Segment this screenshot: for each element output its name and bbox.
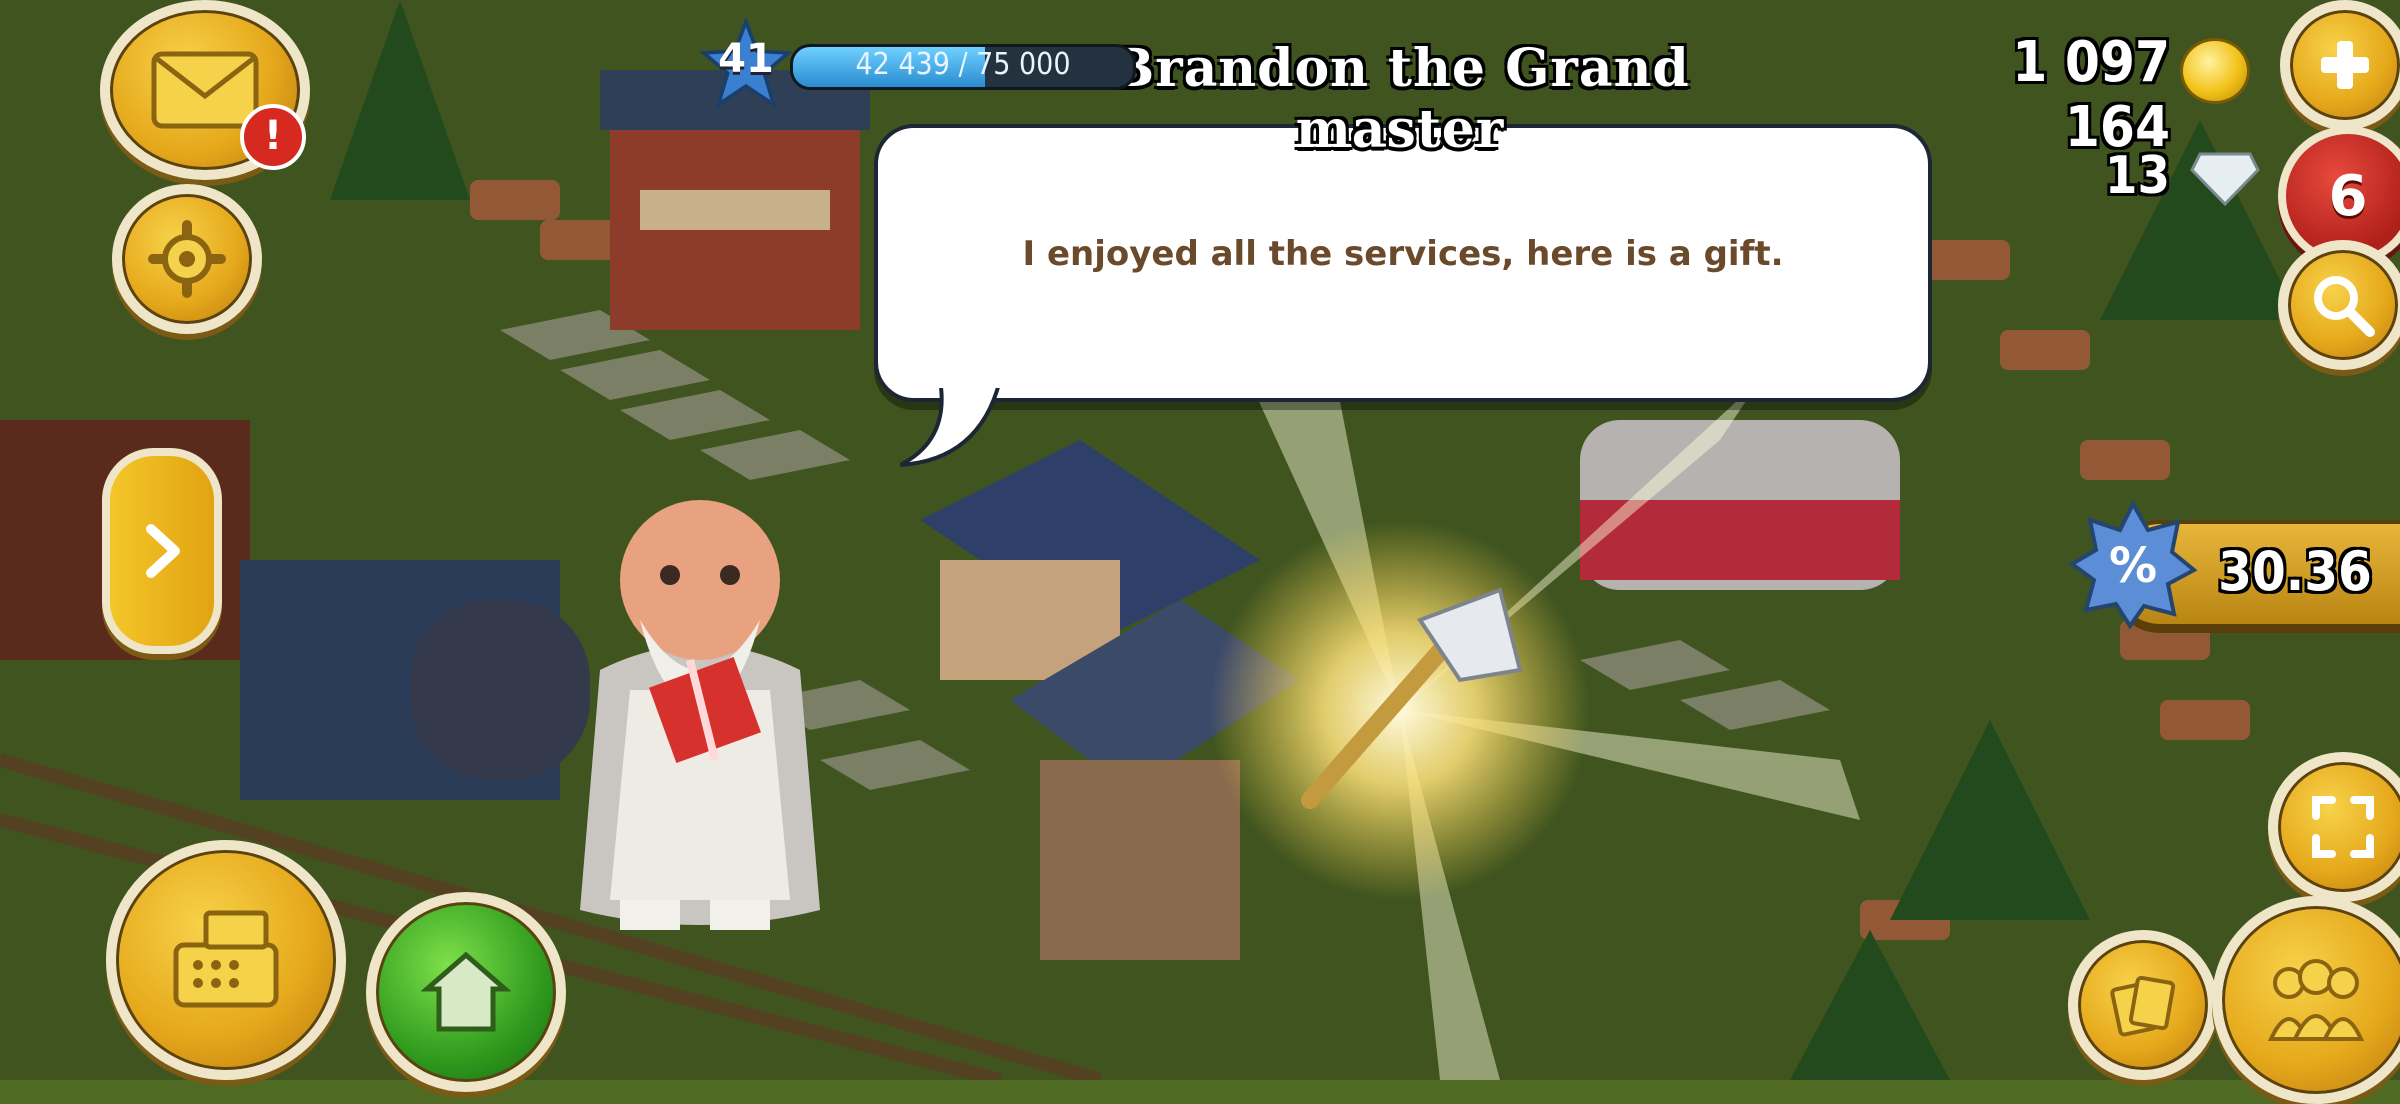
grandmaster-character bbox=[580, 500, 820, 930]
cards-icon bbox=[2110, 975, 2176, 1037]
plus-icon bbox=[2321, 41, 2369, 89]
mail-icon bbox=[151, 51, 259, 129]
shop-button[interactable] bbox=[106, 840, 346, 1080]
coin-count: 1 097 164 bbox=[2012, 30, 2170, 160]
cards-button[interactable] bbox=[2068, 930, 2218, 1080]
xp-bar: 42 439 / 75 000 bbox=[790, 44, 1136, 90]
expand-panel-button[interactable] bbox=[102, 448, 222, 654]
add-currency-button[interactable] bbox=[2280, 0, 2400, 130]
coin-icon bbox=[2180, 38, 2250, 104]
home-icon bbox=[421, 951, 511, 1032]
gem-count: 13 bbox=[2104, 146, 2170, 206]
chevron-right-icon bbox=[146, 524, 180, 578]
gem-icon bbox=[2190, 152, 2260, 206]
friends-icon bbox=[2267, 959, 2365, 1041]
level-number: 41 bbox=[718, 36, 774, 82]
dialog-message: I enjoyed all the services, here is a gi… bbox=[1022, 234, 1784, 274]
speech-bubble-tail bbox=[900, 380, 1010, 467]
home-button[interactable] bbox=[366, 892, 566, 1092]
search-button[interactable] bbox=[2278, 240, 2400, 370]
sale-percent-icon: % bbox=[2068, 500, 2198, 630]
magnifier-icon bbox=[2314, 276, 2375, 337]
settings-button[interactable] bbox=[112, 184, 262, 334]
speech-bubble[interactable]: I enjoyed all the services, here is a gi… bbox=[874, 124, 1932, 402]
cash-register-icon bbox=[173, 910, 279, 1008]
zoom-icon bbox=[2312, 796, 2374, 858]
svg-text:%: % bbox=[2109, 538, 2157, 594]
gear-icon bbox=[148, 220, 226, 298]
mail-alert-badge: ! bbox=[240, 104, 306, 170]
xp-text: 42 439 / 75 000 bbox=[855, 47, 1071, 82]
sale-timer: 30.36 bbox=[2218, 540, 2372, 603]
axe-icon bbox=[1301, 587, 1523, 809]
